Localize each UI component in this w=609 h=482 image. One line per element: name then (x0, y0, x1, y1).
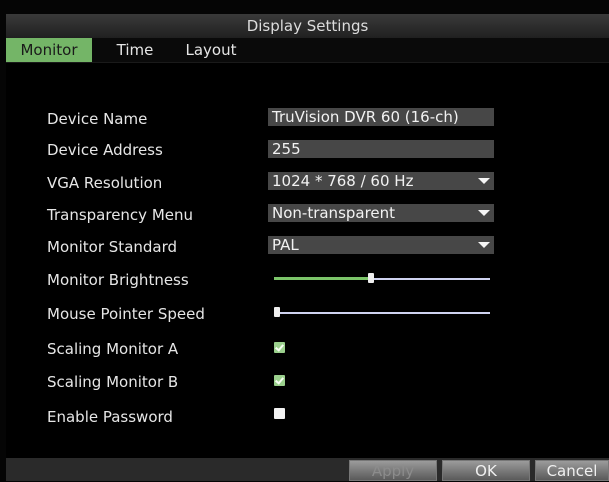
chevron-down-icon (478, 178, 490, 184)
vga-resolution-value: 1024 * 768 / 60 Hz (272, 172, 414, 190)
cancel-button[interactable]: Cancel (535, 460, 609, 481)
transparency-menu-label: Transparency Menu (47, 206, 194, 224)
monitor-standard-dropdown[interactable]: PAL (268, 236, 494, 254)
slider-handle[interactable] (274, 307, 280, 317)
scaling-monitor-a-label: Scaling Monitor A (47, 340, 179, 358)
device-address-label: Device Address (47, 141, 163, 159)
monitor-brightness-slider[interactable] (274, 273, 490, 284)
mouse-pointer-speed-slider[interactable] (274, 307, 490, 318)
transparency-menu-value: Non-transparent (272, 204, 396, 222)
scaling-monitor-a-checkbox[interactable] (274, 342, 285, 353)
transparency-menu-dropdown[interactable]: Non-transparent (268, 204, 494, 222)
vga-resolution-label: VGA Resolution (47, 174, 163, 192)
device-address-field[interactable]: 255 (268, 140, 494, 158)
slider-fill (274, 277, 372, 280)
display-settings-window: Display Settings Monitor Time Layout Dev… (6, 14, 609, 481)
tab-layout[interactable]: Layout (174, 38, 248, 62)
tab-bar: Monitor Time Layout (6, 38, 609, 63)
chevron-down-icon (478, 210, 490, 216)
slider-track (274, 312, 490, 314)
chevron-down-icon (478, 242, 490, 248)
button-bar: Apply OK Cancel (6, 458, 609, 481)
device-name-label: Device Name (47, 110, 148, 128)
vga-resolution-dropdown[interactable]: 1024 * 768 / 60 Hz (268, 172, 494, 190)
apply-button[interactable]: Apply (349, 460, 437, 481)
enable-password-label: Enable Password (47, 408, 173, 426)
enable-password-checkbox[interactable] (274, 408, 285, 419)
mouse-pointer-speed-label: Mouse Pointer Speed (47, 305, 205, 323)
monitor-brightness-label: Monitor Brightness (47, 271, 189, 289)
tab-monitor[interactable]: Monitor (6, 38, 92, 62)
ok-button[interactable]: OK (442, 460, 530, 481)
device-name-field[interactable]: TruVision DVR 60 (16-ch) (268, 108, 494, 126)
monitor-standard-value: PAL (272, 236, 299, 254)
monitor-standard-label: Monitor Standard (47, 238, 178, 256)
scaling-monitor-b-checkbox[interactable] (274, 375, 285, 386)
slider-handle[interactable] (368, 273, 375, 283)
window-title: Display Settings (6, 14, 609, 38)
scaling-monitor-b-label: Scaling Monitor B (47, 373, 179, 391)
tab-time[interactable]: Time (108, 38, 162, 62)
